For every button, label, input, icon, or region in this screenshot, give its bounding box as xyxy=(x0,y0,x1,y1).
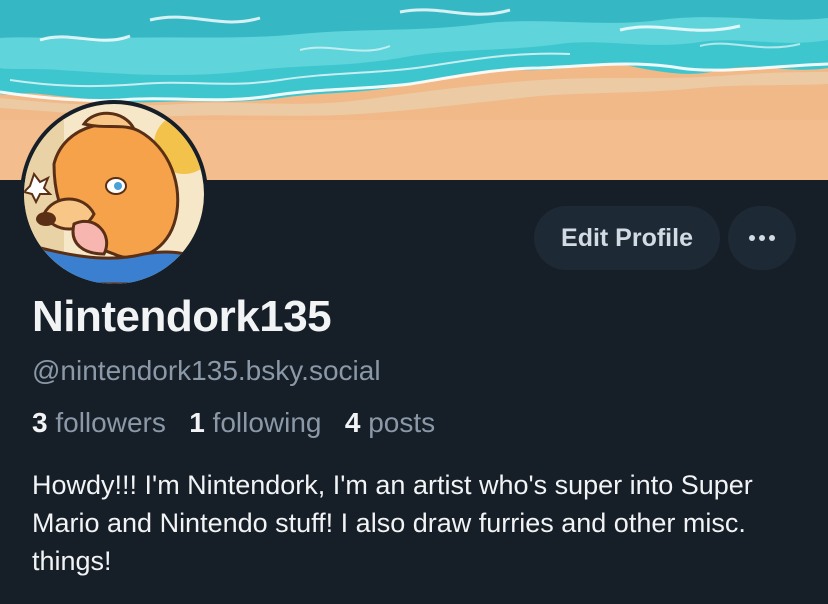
edit-profile-button[interactable]: Edit Profile xyxy=(534,206,720,270)
more-options-button[interactable] xyxy=(728,206,796,270)
profile-bio: Howdy!!! I'm Nintendork, I'm an artist w… xyxy=(32,470,753,576)
followers-label: followers xyxy=(55,407,166,438)
display-name: Nintendork135 xyxy=(32,292,332,341)
avatar-image xyxy=(24,104,204,284)
posts-label: posts xyxy=(368,407,436,438)
avatar[interactable] xyxy=(20,100,208,288)
ellipsis-icon xyxy=(749,235,775,241)
posts-stat: 4 posts xyxy=(345,407,435,438)
profile-handle: @nintendork135.bsky.social xyxy=(32,355,381,386)
following-count: 1 xyxy=(189,407,205,438)
followers-count: 3 xyxy=(32,407,48,438)
profile-stats: 3 followers 1 following 4 posts xyxy=(32,407,435,439)
profile-page: Edit Profile Nintendork135 @nintendork13… xyxy=(0,0,828,604)
following-label: following xyxy=(212,407,322,438)
posts-count: 4 xyxy=(344,407,361,438)
following-stat[interactable]: 1 following xyxy=(189,407,329,438)
followers-stat[interactable]: 3 followers xyxy=(32,407,174,438)
